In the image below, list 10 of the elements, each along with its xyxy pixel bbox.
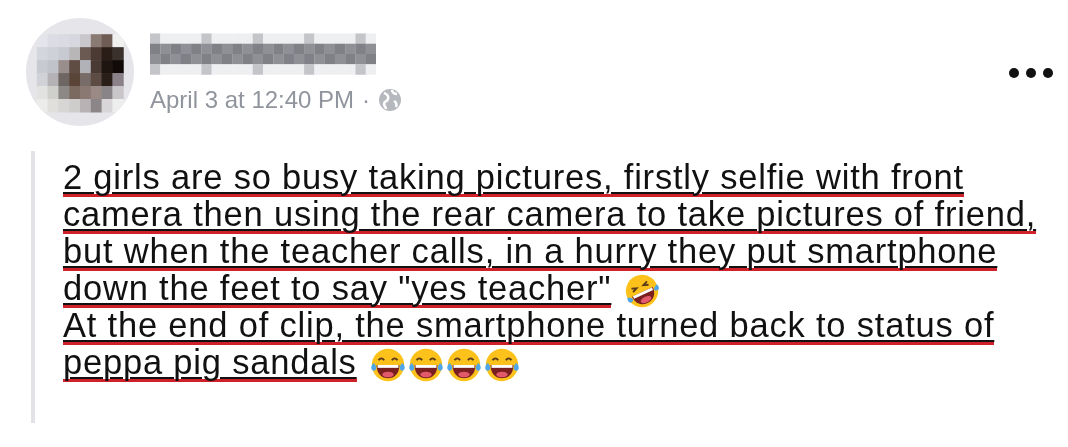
separator: · bbox=[362, 86, 371, 114]
post-text-line: camera then using the rear camera to take pictures of friend, bbox=[63, 199, 1037, 234]
post-text-line: At the end of clip, the smartphone turned back to status of bbox=[63, 310, 995, 345]
globe-icon bbox=[378, 88, 403, 112]
post-text-line: down the feet to say "yes teacher" bbox=[63, 273, 612, 308]
post-text-line: peppa pig sandals bbox=[63, 347, 357, 382]
post-timestamp[interactable]: April 3 at 12:40 PM bbox=[150, 86, 355, 114]
post-text-line: but when the teacher calls, in a hurry they put smartphone bbox=[63, 236, 998, 271]
more-options-icon[interactable] bbox=[1008, 67, 1054, 79]
post-text-line: 2 girls are so busy taking pictures, firstly selfie with front bbox=[63, 162, 964, 197]
